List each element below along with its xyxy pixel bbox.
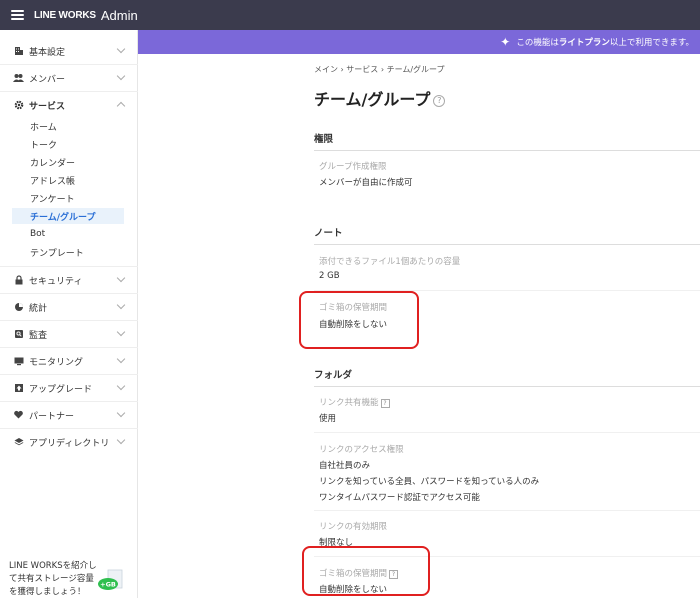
chevron-down-icon [116,354,126,364]
sidebar-item-label: セキュリティ [29,276,83,287]
section-divider [314,386,700,387]
sidebar-item-label: パートナー [29,411,75,422]
audit-icon [13,329,24,340]
sidebar-item-label: アプリディレクトリ [29,438,110,449]
sidebar-item-label: 監査 [29,330,48,341]
sidebar-item-upgrade[interactable]: アップグレード [0,375,138,401]
field-value: 使用 [319,414,337,424]
sidebar-item-statistics[interactable]: 統計 [0,294,138,320]
product-name: Admin [100,7,138,23]
sidebar-subitem-template[interactable]: テンプレート [12,244,124,260]
users-icon [13,73,24,84]
field-value: リンクを知っている全員、パスワードを知っている人のみ [319,477,540,487]
sidebar-item-monitoring[interactable]: モニタリング [0,348,138,374]
highlight-box [302,546,430,596]
chevron-down-icon [116,327,126,337]
field-value: メンバーが自由に作成可 [319,178,413,188]
upgrade-icon [13,383,24,394]
sidebar-item-label: メンバー [29,74,66,85]
sidebar-subitem-survey[interactable]: アンケート [12,190,124,206]
section-divider [314,244,700,245]
sidebar-subitem-address-book[interactable]: アドレス帳 [12,172,124,188]
breadcrumb[interactable]: メイン › サービス › チーム/グループ [314,64,445,75]
sidebar-item-label: モニタリング [29,357,84,368]
layers-icon [13,437,24,448]
sidebar-subitem-home[interactable]: ホーム [12,118,124,134]
sidebar-item-members[interactable]: メンバー [0,65,138,91]
top-bar: LINE WORKS Admin [0,0,700,30]
banner-suffix: 以上で利用できます。 [609,38,694,48]
banner-plan: ライトプラン [558,38,610,48]
gear-icon [13,100,24,111]
chevron-down-icon [116,381,126,391]
main-content: メイン › サービス › チーム/グループ チーム/グループ? 権限 グループ作… [138,54,700,598]
sidebar-item-label: 統計 [29,303,48,314]
row-divider [314,510,700,511]
chevron-down-icon [116,71,126,81]
building-icon [13,46,24,57]
section-title-note: ノート [314,228,343,239]
storage-badge-icon[interactable]: +GB [96,569,126,593]
sidebar-item-label: 基本設定 [29,47,66,58]
field-value: 自社社員のみ [319,461,371,471]
chevron-up-icon [116,101,126,111]
field-label: リンクのアクセス権限 [319,445,404,455]
help-icon[interactable]: ? [380,399,390,408]
banner-prefix: この機能は [516,38,559,48]
chevron-down-icon [116,300,126,310]
sidebar-subitem-calendar[interactable]: カレンダー [12,154,124,170]
field-value: ワンタイムパスワード認証でアクセス可能 [319,493,480,503]
sidebar-item-basic-settings[interactable]: 基本設定 [0,38,138,64]
section-title-permissions: 権限 [314,134,334,145]
field-label: 添付できるファイル1個あたりの容量 [319,257,461,267]
chevron-down-icon [116,408,126,418]
pie-chart-icon [13,302,24,313]
sidebar: 基本設定 メンバー サービス ホーム トーク カレンダー アドレス帳 アンケート… [0,30,138,598]
row-divider [314,432,700,433]
sidebar-subitem-talk[interactable]: トーク [12,136,124,152]
help-icon[interactable]: ? [433,95,446,107]
highlight-box [299,291,419,349]
field-value: 2 GB [319,271,340,281]
sidebar-subitem-bot[interactable]: Bot [12,226,124,242]
monitor-icon [13,356,24,367]
field-label: グループ作成権限 [319,162,387,172]
sidebar-item-partner[interactable]: パートナー [0,402,138,428]
field-label: リンク共有機能? [319,396,390,408]
sidebar-subitem-team-group[interactable]: チーム/グループ [12,208,124,224]
chevron-down-icon [116,435,126,445]
sidebar-item-security[interactable]: セキュリティ [0,267,138,293]
badge-label: +GB [100,581,116,589]
brand-logo[interactable]: LINE WORKS [34,10,96,21]
sidebar-item-services[interactable]: サービス [0,92,138,118]
menu-icon[interactable] [11,10,24,20]
section-title-folder: フォルダ [314,370,353,381]
sidebar-item-label: アップグレード [29,384,93,395]
chevron-down-icon [116,44,126,54]
lock-icon [13,275,24,286]
chevron-down-icon [116,273,126,283]
sparkle-icon: ✦ [500,35,511,49]
field-label: リンクの有効期限 [319,522,388,532]
sidebar-item-label: サービス [29,101,66,112]
section-divider [314,150,700,151]
plan-banner: ✦ この機能は ライトプラン 以上で利用できます。 [138,30,700,54]
heart-hands-icon [13,410,24,421]
page-title: チーム/グループ? [314,86,446,110]
sidebar-item-audit[interactable]: 監査 [0,321,138,347]
sidebar-item-app-directory[interactable]: アプリディレクトリ [0,429,138,455]
